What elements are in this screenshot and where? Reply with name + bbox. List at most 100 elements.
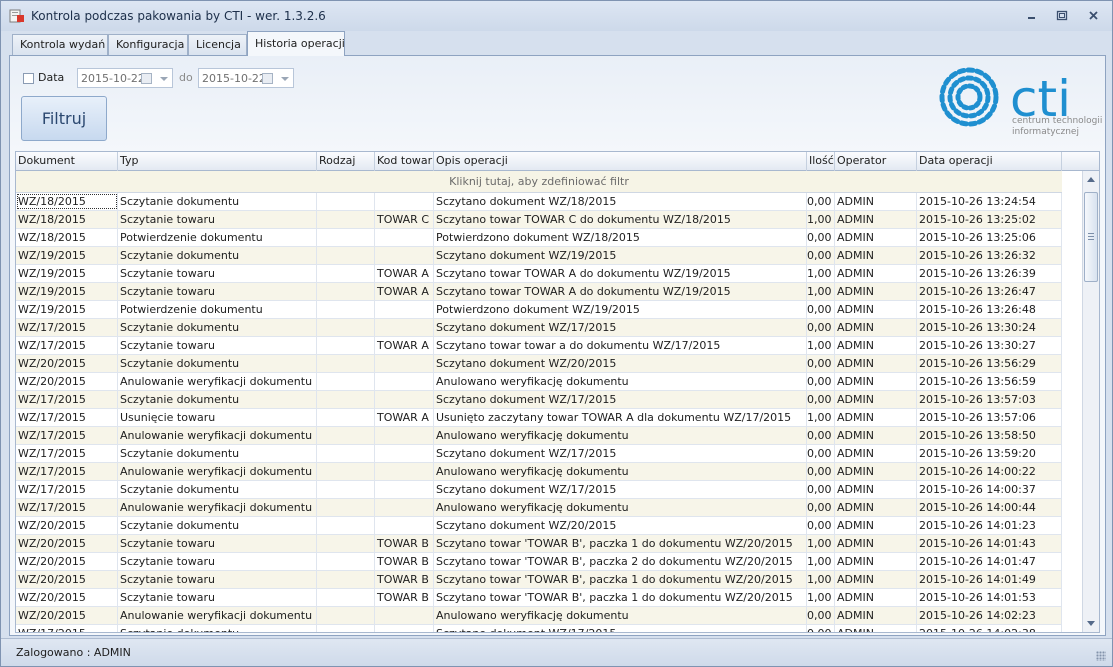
- cell-opis-operacji[interactable]: Sczytano dokument WZ/20/2015: [434, 517, 807, 534]
- cell-typ[interactable]: Sczytanie towaru: [118, 553, 317, 570]
- cell-typ[interactable]: Sczytanie towaru: [118, 337, 317, 354]
- cell-data-operacji[interactable]: 2015-10-26 13:26:48: [917, 301, 1062, 318]
- cell-data-operacji[interactable]: 2015-10-26 14:02:38: [917, 625, 1062, 632]
- cell-data-operacji[interactable]: 2015-10-26 14:01:23: [917, 517, 1062, 534]
- cell-operator[interactable]: ADMIN: [835, 265, 917, 282]
- cell-ilosc[interactable]: 0,00: [807, 481, 835, 498]
- cell-kod-towaru[interactable]: [375, 481, 434, 498]
- cell-opis-operacji[interactable]: Sczytano dokument WZ/19/2015: [434, 247, 807, 264]
- cell-data-operacji[interactable]: 2015-10-26 13:56:59: [917, 373, 1062, 390]
- cell-typ[interactable]: Sczytanie towaru: [118, 589, 317, 606]
- cell-typ[interactable]: Sczytanie dokumentu: [118, 625, 317, 632]
- cell-data-operacji[interactable]: 2015-10-26 14:01:53: [917, 589, 1062, 606]
- cell-dokument[interactable]: WZ/17/2015: [16, 319, 118, 336]
- cell-opis-operacji[interactable]: Anulowano weryfikację dokumentu: [434, 463, 807, 480]
- cell-rodzaj[interactable]: [317, 499, 375, 516]
- cell-opis-operacji[interactable]: Usunięto zaczytany towar TOWAR A dla dok…: [434, 409, 807, 426]
- cell-ilosc[interactable]: 0,00: [807, 625, 835, 632]
- cell-operator[interactable]: ADMIN: [835, 301, 917, 318]
- table-row[interactable]: WZ/18/2015 Sczytanie dokumentu Sczytano do…: [16, 193, 1062, 211]
- cell-opis-operacji[interactable]: Sczytano towar TOWAR C do dokumentu WZ/1…: [434, 211, 807, 228]
- cell-ilosc[interactable]: 1,00: [807, 589, 835, 606]
- cell-dokument[interactable]: WZ/18/2015: [16, 193, 118, 210]
- cell-rodzaj[interactable]: [317, 373, 375, 390]
- cell-data-operacji[interactable]: 2015-10-26 13:26:32: [917, 247, 1062, 264]
- cell-dokument[interactable]: WZ/17/2015: [16, 445, 118, 462]
- cell-rodzaj[interactable]: [317, 445, 375, 462]
- cell-operator[interactable]: ADMIN: [835, 571, 917, 588]
- cell-data-operacji[interactable]: 2015-10-26 14:00:44: [917, 499, 1062, 516]
- cell-ilosc[interactable]: 0,00: [807, 301, 835, 318]
- cell-dokument[interactable]: WZ/18/2015: [16, 211, 118, 228]
- cell-operator[interactable]: ADMIN: [835, 337, 917, 354]
- cell-operator[interactable]: ADMIN: [835, 535, 917, 552]
- cell-typ[interactable]: Sczytanie dokumentu: [118, 193, 317, 210]
- cell-operator[interactable]: ADMIN: [835, 607, 917, 624]
- cell-data-operacji[interactable]: 2015-10-26 14:00:22: [917, 463, 1062, 480]
- cell-dokument[interactable]: WZ/17/2015: [16, 337, 118, 354]
- cell-operator[interactable]: ADMIN: [835, 193, 917, 210]
- cell-kod-towaru[interactable]: TOWAR A: [375, 337, 434, 354]
- cell-dokument[interactable]: WZ/20/2015: [16, 355, 118, 372]
- cell-rodzaj[interactable]: [317, 265, 375, 282]
- cell-rodzaj[interactable]: [317, 517, 375, 534]
- cell-kod-towaru[interactable]: [375, 355, 434, 372]
- cell-rodzaj[interactable]: [317, 211, 375, 228]
- cell-data-operacji[interactable]: 2015-10-26 13:30:24: [917, 319, 1062, 336]
- cell-rodzaj[interactable]: [317, 355, 375, 372]
- column-header-opis-operacji[interactable]: Opis operacji: [434, 152, 807, 171]
- cell-opis-operacji[interactable]: Potwierdzono dokument WZ/18/2015: [434, 229, 807, 246]
- cell-data-operacji[interactable]: 2015-10-26 13:24:54: [917, 193, 1062, 210]
- cell-ilosc[interactable]: 0,00: [807, 247, 835, 264]
- cell-dokument[interactable]: WZ/17/2015: [16, 481, 118, 498]
- cell-dokument[interactable]: WZ/19/2015: [16, 247, 118, 264]
- cell-typ[interactable]: Anulowanie weryfikacji dokumentu: [118, 463, 317, 480]
- dropdown-arrow-icon[interactable]: [281, 77, 289, 81]
- cell-typ[interactable]: Sczytanie dokumentu: [118, 319, 317, 336]
- cell-operator[interactable]: ADMIN: [835, 229, 917, 246]
- cell-opis-operacji[interactable]: Sczytano dokument WZ/17/2015: [434, 391, 807, 408]
- cell-kod-towaru[interactable]: [375, 445, 434, 462]
- cell-rodzaj[interactable]: [317, 193, 375, 210]
- cell-typ[interactable]: Sczytanie towaru: [118, 535, 317, 552]
- cell-ilosc[interactable]: 0,00: [807, 607, 835, 624]
- cell-operator[interactable]: ADMIN: [835, 427, 917, 444]
- cell-data-operacji[interactable]: 2015-10-26 13:25:06: [917, 229, 1062, 246]
- cell-operator[interactable]: ADMIN: [835, 391, 917, 408]
- cell-data-operacji[interactable]: 2015-10-26 13:57:06: [917, 409, 1062, 426]
- cell-dokument[interactable]: WZ/19/2015: [16, 265, 118, 282]
- cell-opis-operacji[interactable]: Sczytano dokument WZ/17/2015: [434, 445, 807, 462]
- cell-dokument[interactable]: WZ/17/2015: [16, 427, 118, 444]
- cell-kod-towaru[interactable]: TOWAR B: [375, 571, 434, 588]
- cell-typ[interactable]: Anulowanie weryfikacji dokumentu: [118, 607, 317, 624]
- cell-typ[interactable]: Anulowanie weryfikacji dokumentu: [118, 373, 317, 390]
- cell-rodzaj[interactable]: [317, 337, 375, 354]
- cell-typ[interactable]: Usunięcie towaru: [118, 409, 317, 426]
- cell-dokument[interactable]: WZ/19/2015: [16, 283, 118, 300]
- cell-typ[interactable]: Sczytanie towaru: [118, 283, 317, 300]
- cell-operator[interactable]: ADMIN: [835, 463, 917, 480]
- vertical-scrollbar[interactable]: [1082, 171, 1099, 632]
- cell-ilosc[interactable]: 0,00: [807, 445, 835, 462]
- cell-typ[interactable]: Sczytanie towaru: [118, 571, 317, 588]
- cell-rodzaj[interactable]: [317, 535, 375, 552]
- table-row[interactable]: WZ/20/2015 Anulowanie weryfikacji dokumen…: [16, 373, 1062, 391]
- tab-historia-operacji[interactable]: Historia operacji: [247, 31, 345, 56]
- cell-kod-towaru[interactable]: [375, 499, 434, 516]
- cell-dokument[interactable]: WZ/20/2015: [16, 517, 118, 534]
- cell-dokument[interactable]: WZ/20/2015: [16, 373, 118, 390]
- cell-data-operacji[interactable]: 2015-10-26 13:58:50: [917, 427, 1062, 444]
- cell-data-operacji[interactable]: 2015-10-26 13:26:39: [917, 265, 1062, 282]
- cell-typ[interactable]: Potwierdzenie dokumentu: [118, 301, 317, 318]
- cell-ilosc[interactable]: 1,00: [807, 409, 835, 426]
- table-row[interactable]: WZ/20/2015 Sczytanie dokumentu Sczytano do…: [16, 517, 1062, 535]
- cell-ilosc[interactable]: 1,00: [807, 535, 835, 552]
- cell-rodzaj[interactable]: [317, 481, 375, 498]
- table-row[interactable]: WZ/19/2015 Sczytanie dokumentu Sczytano do…: [16, 247, 1062, 265]
- cell-data-operacji[interactable]: 2015-10-26 13:56:29: [917, 355, 1062, 372]
- cell-rodzaj[interactable]: [317, 409, 375, 426]
- cell-rodzaj[interactable]: [317, 301, 375, 318]
- cell-typ[interactable]: Sczytanie towaru: [118, 211, 317, 228]
- cell-opis-operacji[interactable]: Sczytano towar 'TOWAR B', paczka 1 do do…: [434, 589, 807, 606]
- table-row[interactable]: WZ/17/2015 Anulowanie weryfikacji dokumen…: [16, 463, 1062, 481]
